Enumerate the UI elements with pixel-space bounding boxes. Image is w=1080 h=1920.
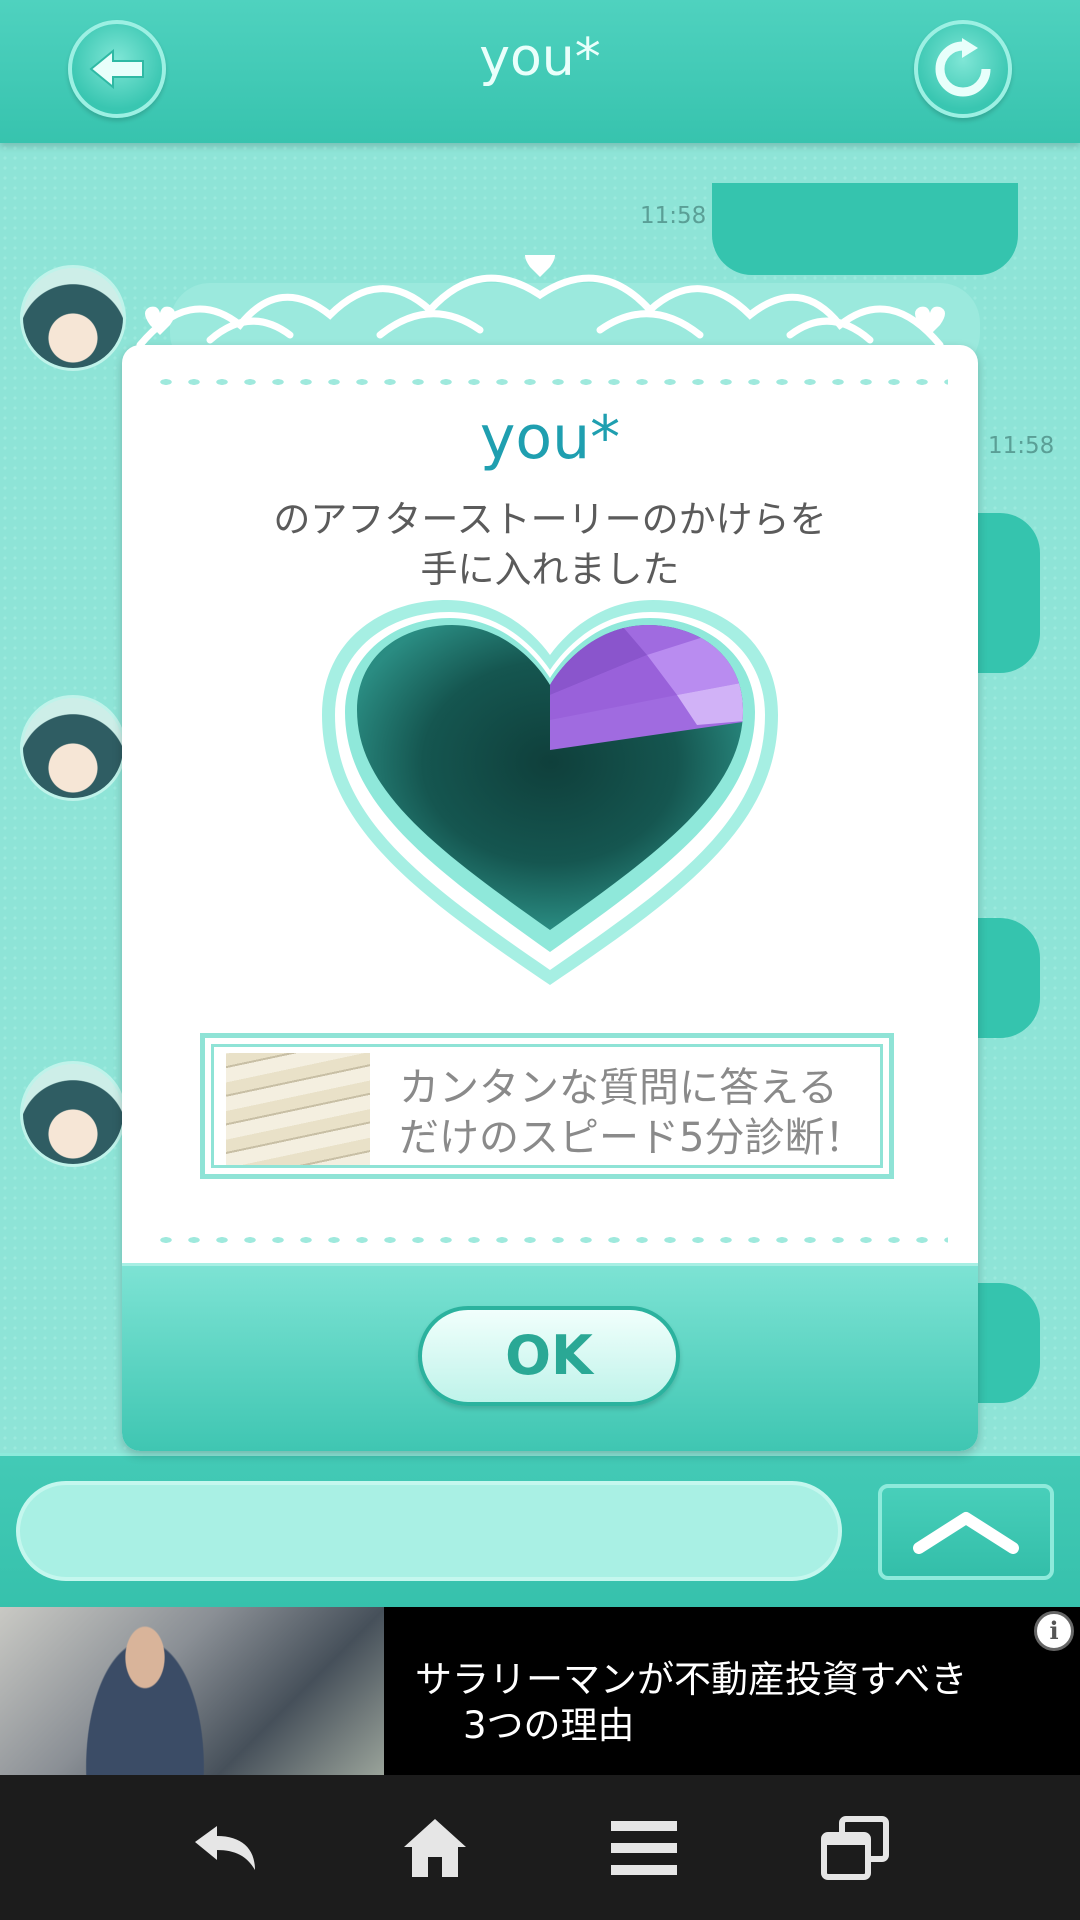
lace-decoration [136,255,945,349]
message-input-bar [0,1453,1080,1610]
send-button[interactable] [878,1484,1054,1580]
message-timestamp: 11:58 [640,203,707,229]
system-nav-bar [0,1775,1080,1920]
app-header: you* [0,0,1080,143]
ad-content[interactable]: カンタンな質問に答えるだけのスピード5分診断！匿名で診断OK！ [211,1044,883,1168]
nav-back-button[interactable] [186,1813,266,1883]
avatar[interactable] [20,265,126,371]
nav-home-button[interactable] [395,1813,475,1883]
heart-fragment-icon [317,600,783,994]
reward-message-line: 手に入れました [420,548,680,591]
refresh-button[interactable] [914,20,1012,118]
dot-divider [152,1233,948,1247]
ad-banner-line: 3つの理由 [463,1704,635,1747]
ad-text[interactable]: カンタンな質問に答えるだけのスピード5分診断！匿名で診断OK！ [399,1063,869,1165]
ad-thumbnail-image[interactable] [226,1053,370,1165]
dot-divider [152,375,948,389]
nav-recent-button[interactable] [815,1813,895,1883]
ad-banner-person [70,1607,220,1775]
ad-banner-image[interactable] [0,1607,384,1775]
ok-button[interactable]: OK [418,1306,680,1406]
refresh-icon [935,38,991,97]
avatar[interactable] [20,1061,126,1167]
dialog-footer: OK [122,1263,978,1451]
message-input[interactable] [16,1481,842,1581]
character-name: you* [479,403,621,473]
home-icon [404,1819,466,1877]
back-icon [195,1826,255,1870]
menu-icon [611,1821,677,1875]
reward-message: のアフターストーリーのかけらを 手に入れました [182,495,918,595]
ad-banner[interactable]: サラリーマンが不動産投資すべき 3つの理由 i [0,1607,1080,1775]
chevron-up-icon [913,1512,1019,1554]
reward-message-line: のアフターストーリーのかけらを [273,498,827,541]
message-timestamp: 11:58 [988,433,1055,459]
ad-info-icon[interactable]: i [1034,1611,1074,1651]
ad-banner-text[interactable]: サラリーマンが不動産投資すべき 3つの理由 [415,1657,1055,1749]
native-ad-box[interactable]: カンタンな質問に答えるだけのスピード5分診断！匿名で診断OK！ [200,1033,894,1179]
avatar[interactable] [20,695,126,801]
recent-apps-icon [821,1816,889,1880]
reward-dialog: you* のアフターストーリーのかけらを 手に入れました カンタンな質問に答える… [122,345,978,1451]
nav-menu-button[interactable] [604,1813,684,1883]
ad-banner-line: サラリーマンが不動産投資すべき [415,1658,968,1701]
